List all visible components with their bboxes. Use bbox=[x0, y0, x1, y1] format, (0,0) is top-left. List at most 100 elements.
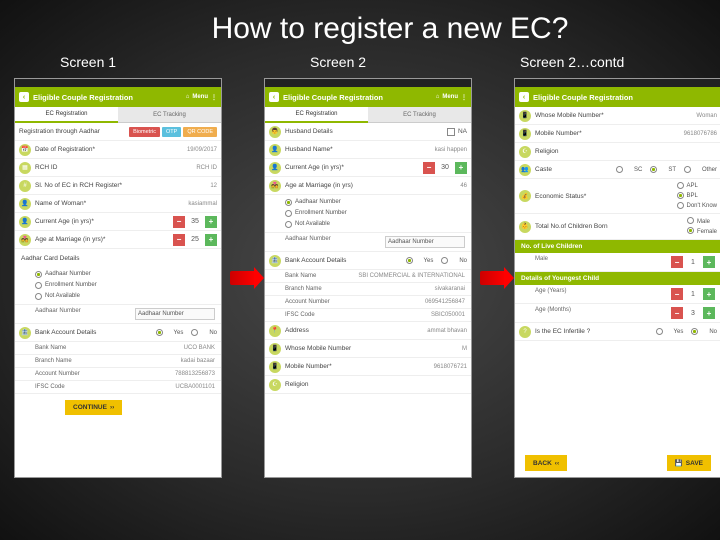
slno-value[interactable]: 12 bbox=[210, 183, 217, 189]
continue-button[interactable]: CONTINUE ›› bbox=[65, 400, 122, 415]
mobile-label: Mobile Number* bbox=[535, 130, 684, 137]
question-icon: ? bbox=[519, 326, 531, 338]
ifsc-value[interactable]: SBIC050001 bbox=[431, 312, 465, 318]
rch-value[interactable]: RCH ID bbox=[196, 165, 217, 171]
minus-button[interactable]: − bbox=[671, 307, 683, 319]
age-m-num: 3 bbox=[686, 310, 700, 317]
branch-value[interactable]: sivakaranai bbox=[435, 286, 465, 292]
hname-value[interactable]: kasi happen bbox=[435, 147, 467, 153]
plus-button[interactable]: + bbox=[455, 162, 467, 174]
na-checkbox[interactable] bbox=[447, 128, 455, 136]
radio-st[interactable] bbox=[650, 166, 657, 173]
aadhaar-input[interactable]: Aadhaar Number bbox=[135, 308, 215, 320]
minus-button[interactable]: − bbox=[671, 288, 683, 300]
aadhar-radios: Aadhaar Number Enrollment Number Not Ava… bbox=[15, 267, 221, 305]
dor-value[interactable]: 19/09/2017 bbox=[187, 147, 217, 153]
minus-button[interactable]: − bbox=[173, 234, 185, 246]
whose-value[interactable]: M bbox=[462, 346, 467, 352]
plus-button[interactable]: + bbox=[205, 234, 217, 246]
label-screen1: Screen 1 bbox=[30, 54, 250, 70]
age-m-value: 46 bbox=[460, 183, 467, 189]
chip-biometric[interactable]: Biometric bbox=[129, 127, 160, 137]
radio-male[interactable] bbox=[687, 217, 694, 224]
minus-button[interactable]: − bbox=[671, 256, 683, 268]
header-title: Eligible Couple Registration bbox=[533, 93, 633, 102]
plus-button[interactable]: + bbox=[703, 307, 715, 319]
home-icon[interactable]: ⌂ bbox=[186, 94, 190, 100]
home-icon[interactable]: ⌂ bbox=[436, 94, 440, 100]
phone-icon: 📱 bbox=[519, 110, 531, 122]
bank-name-value[interactable]: UCO BANK bbox=[184, 345, 215, 351]
radio-no[interactable] bbox=[191, 329, 198, 336]
whose-value[interactable]: Woman bbox=[696, 113, 717, 119]
bank-icon: 🏦 bbox=[269, 255, 281, 267]
back-icon[interactable]: ‹ bbox=[519, 92, 529, 102]
person-icon: 👤 bbox=[269, 144, 281, 156]
chip-otp[interactable]: OTP bbox=[162, 127, 181, 137]
radio-other[interactable] bbox=[684, 166, 691, 173]
back-icon[interactable]: ‹ bbox=[19, 92, 29, 102]
footer: BACK ‹‹ 💾 SAVE bbox=[515, 455, 720, 471]
aadhaar-input[interactable]: Aadhaar Number bbox=[385, 236, 465, 248]
status-bar bbox=[265, 79, 471, 87]
tab-registration[interactable]: EC Registration bbox=[15, 107, 118, 123]
bpl-label: BPL bbox=[687, 193, 698, 199]
header-title: Eligible Couple Registration bbox=[283, 93, 383, 102]
back-button[interactable]: BACK ‹‹ bbox=[525, 455, 567, 471]
tab-registration[interactable]: EC Registration bbox=[265, 107, 368, 123]
radio-female[interactable] bbox=[687, 227, 694, 234]
radio-no[interactable] bbox=[441, 257, 448, 264]
address-value[interactable]: ammat bhavan bbox=[427, 328, 467, 334]
more-icon[interactable]: ⋮ bbox=[211, 94, 217, 101]
husband-icon: 👨 bbox=[269, 126, 281, 138]
plus-button[interactable]: + bbox=[703, 256, 715, 268]
account-value[interactable]: 069541256847 bbox=[425, 299, 465, 305]
plus-button[interactable]: + bbox=[205, 216, 217, 228]
more-icon[interactable]: ⋮ bbox=[461, 94, 467, 101]
save-button[interactable]: 💾 SAVE bbox=[667, 455, 711, 471]
menu-label[interactable]: Menu bbox=[192, 94, 208, 100]
marriage-icon: 💑 bbox=[269, 180, 281, 192]
bank-name-value[interactable]: SBI COMMERCIAL & INTERNATIONAL bbox=[358, 273, 465, 279]
back-icon[interactable]: ‹ bbox=[269, 92, 279, 102]
radio-aadhaar[interactable] bbox=[35, 271, 42, 278]
radio-yes[interactable] bbox=[406, 257, 413, 264]
radio-na[interactable] bbox=[35, 293, 42, 300]
tab-tracking[interactable]: EC Tracking bbox=[368, 107, 471, 123]
age-months-label: Age (Months) bbox=[535, 307, 571, 319]
account-value[interactable]: 788813256873 bbox=[175, 371, 215, 377]
radio-aadhaar[interactable] bbox=[285, 199, 292, 206]
chip-qr[interactable]: QR CODE bbox=[183, 127, 217, 137]
minus-button[interactable]: − bbox=[173, 216, 185, 228]
radio-enroll[interactable] bbox=[285, 210, 292, 217]
header-title: Eligible Couple Registration bbox=[33, 93, 133, 102]
radio-yes[interactable] bbox=[656, 328, 663, 335]
radio-bpl[interactable] bbox=[677, 192, 684, 199]
live-children-header: No. of Live Children bbox=[515, 240, 720, 253]
name-w-value[interactable]: kasiammal bbox=[188, 201, 217, 207]
aadhaar-num-label: Aadhaar Number bbox=[285, 236, 331, 248]
radio-na[interactable] bbox=[285, 221, 292, 228]
branch-value[interactable]: kadai bazaar bbox=[181, 358, 215, 364]
no-label: No bbox=[459, 258, 467, 264]
plus-button[interactable]: + bbox=[703, 288, 715, 300]
ifsc-value[interactable]: UCBA0001101 bbox=[175, 384, 215, 390]
ifsc-label: IFSC Code bbox=[35, 384, 65, 390]
mobile-value[interactable]: 9618076786 bbox=[684, 131, 717, 137]
bank-label: Bank Account Details bbox=[35, 329, 156, 336]
minus-button[interactable]: − bbox=[423, 162, 435, 174]
religion-label: Religion bbox=[285, 381, 467, 388]
radio-yes[interactable] bbox=[156, 329, 163, 336]
radio-aadhaar-label: Aadhaar Number bbox=[295, 197, 341, 208]
menu-label[interactable]: Menu bbox=[442, 94, 458, 100]
radio-apl[interactable] bbox=[677, 182, 684, 189]
radio-enroll[interactable] bbox=[35, 282, 42, 289]
tab-tracking[interactable]: EC Tracking bbox=[118, 107, 221, 123]
apl-label: APL bbox=[687, 183, 698, 189]
mobile-value[interactable]: 9618076721 bbox=[434, 364, 467, 370]
status-bar bbox=[15, 79, 221, 87]
radio-dk[interactable] bbox=[677, 202, 684, 209]
radio-sc[interactable] bbox=[616, 166, 623, 173]
radio-no[interactable] bbox=[691, 328, 698, 335]
other-label: Other bbox=[702, 167, 717, 173]
